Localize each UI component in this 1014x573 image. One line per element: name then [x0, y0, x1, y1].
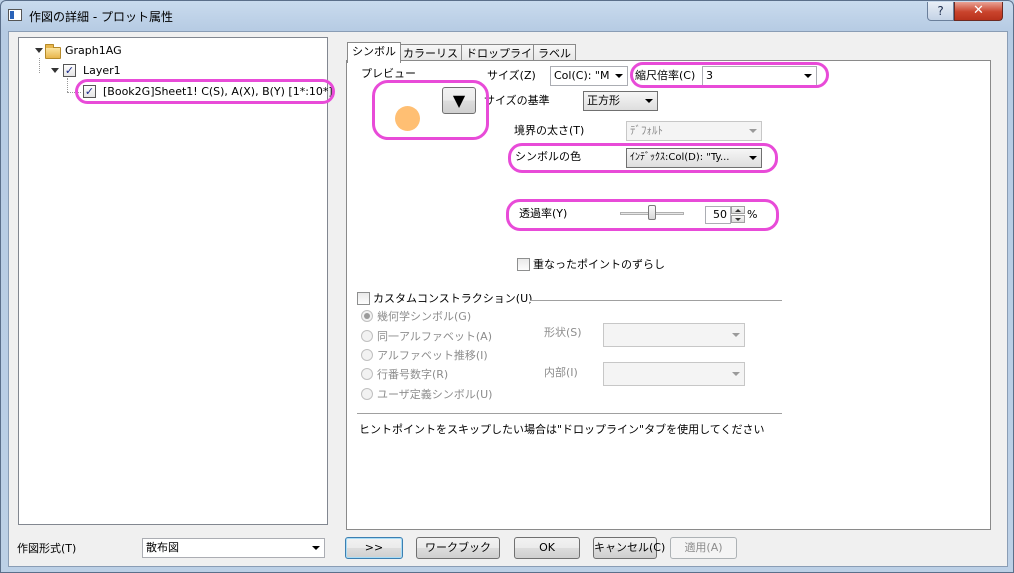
tree-line	[67, 78, 68, 92]
radio-user-defined-label: ユーザ定義シンボル(U)	[377, 388, 493, 401]
shape-label: 形状(S)	[544, 326, 582, 339]
spin-down-button[interactable]	[731, 215, 745, 223]
offset-overlap-label: 重なったポイントのずらし	[533, 258, 665, 271]
divider	[357, 413, 782, 415]
radio-letter-increment-label: アルファベット推移(I)	[377, 349, 488, 362]
size-value: Col(C): "M	[554, 69, 610, 82]
chevron-down-icon	[804, 74, 812, 78]
ok-button[interactable]: OK	[514, 537, 580, 559]
radio-same-letter-label: 同一アルファベット(A)	[377, 330, 492, 343]
plot-type-label: 作図形式(T)	[17, 542, 77, 555]
shape-dropdown[interactable]	[603, 323, 745, 347]
plot-tree-view[interactable]: Graph1AG ✓ Layer1 ✓ [Book2G]Sheet1! C(S)…	[18, 37, 333, 525]
tree-line	[67, 92, 81, 93]
edge-width-value: ﾃﾞﾌｫﾙﾄ	[630, 124, 663, 137]
chevron-down-icon	[732, 372, 740, 376]
custom-construction-checkbox[interactable]	[357, 292, 370, 305]
chevron-down-icon	[732, 333, 740, 337]
scale-factor-label: 縮尺倍率(C)	[635, 69, 696, 82]
tab-symbol[interactable]: シンボル	[347, 42, 401, 63]
interior-dropdown[interactable]	[603, 362, 745, 386]
size-label: サイズ(Z)	[487, 69, 536, 82]
chevron-down-icon	[749, 156, 757, 160]
chevron-down-icon	[749, 129, 757, 133]
tree-item-plot[interactable]: [Book2G]Sheet1! C(S), A(X), B(Y) [1*:10*…	[103, 84, 333, 100]
apply-button[interactable]: 適用(A)	[670, 537, 737, 559]
size-dropdown[interactable]: Col(C): "M	[550, 66, 628, 86]
tree-expander-layer-icon[interactable]	[51, 68, 59, 73]
radio-same-letter[interactable]	[361, 330, 373, 342]
scale-factor-combo[interactable]: 3	[702, 66, 817, 86]
radio-user-defined[interactable]	[361, 388, 373, 400]
chevron-down-icon	[645, 99, 653, 103]
cancel-button[interactable]: キャンセル(C)	[593, 537, 665, 559]
transparency-slider-thumb[interactable]	[648, 205, 656, 220]
radio-geometric-label: 幾何学シンボル(G)	[377, 310, 472, 323]
size-basis-label: サイズの基準	[484, 94, 550, 107]
symbol-preview-dot	[395, 106, 420, 131]
spin-up-button[interactable]	[731, 206, 745, 214]
preview-label: プレビュー	[361, 67, 416, 80]
hint-text: ヒントポイントをスキップしたい場合は"ドロップライン"タブを使用してください	[359, 423, 765, 436]
custom-construction-label: カスタムコンストラクション(U)	[373, 292, 533, 305]
window-app-icon	[8, 9, 22, 21]
tree-line	[39, 58, 40, 73]
tree-item-layer[interactable]: Layer1	[83, 63, 121, 79]
workbook-button[interactable]: ワークブック	[416, 537, 500, 559]
more-button[interactable]: >>	[345, 537, 403, 559]
window-title: 作図の詳細 - プロット属性	[29, 10, 173, 24]
symbol-color-label: シンボルの色	[515, 150, 581, 163]
transparency-label: 透過率(Y)	[519, 207, 568, 220]
dialog-client-area: Graph1AG ✓ Layer1 ✓ [Book2G]Sheet1! C(S)…	[8, 31, 1008, 567]
edge-width-label: 境界の太さ(T)	[514, 124, 585, 137]
dialog-window: 作図の詳細 - プロット属性 ? ✕ Graph1AG ✓ Layer1 ✓ […	[0, 0, 1014, 573]
tree-expander-root-icon[interactable]	[35, 48, 43, 53]
transparency-input[interactable]: 50	[705, 206, 731, 224]
folder-icon	[45, 44, 61, 59]
radio-row-number-label: 行番号数字(R)	[377, 368, 449, 381]
divider	[530, 300, 782, 302]
plot-type-value: 散布図	[146, 541, 179, 554]
layer-checkbox[interactable]: ✓	[63, 64, 76, 77]
size-basis-value: 正方形	[587, 94, 620, 107]
close-button[interactable]: ✕	[954, 2, 1003, 21]
size-basis-dropdown[interactable]: 正方形	[583, 91, 658, 111]
tree-item-graph[interactable]: Graph1AG	[65, 43, 122, 59]
chevron-down-icon	[312, 546, 320, 550]
radio-row-number[interactable]	[361, 368, 373, 380]
edge-width-dropdown[interactable]: ﾃﾞﾌｫﾙﾄ	[626, 121, 762, 141]
title-bar: 作図の詳細 - プロット属性 ? ✕	[1, 1, 1013, 31]
chevron-down-icon	[615, 74, 623, 78]
plot-checkbox[interactable]: ✓	[83, 85, 96, 98]
tab-page-symbol: プレビュー ▼ サイズ(Z) Col(C): "M 縮尺倍率(C) 3 サイズの…	[346, 60, 991, 530]
help-button[interactable]: ?	[927, 2, 954, 21]
plot-type-dropdown[interactable]: 散布図	[142, 538, 325, 558]
offset-overlap-checkbox[interactable]	[517, 258, 530, 271]
percent-label: %	[747, 208, 758, 221]
radio-letter-increment[interactable]	[361, 349, 373, 361]
scale-factor-value: 3	[706, 69, 713, 82]
radio-geometric[interactable]	[361, 310, 373, 322]
symbol-gallery-button[interactable]: ▼	[442, 87, 476, 114]
symbol-color-value: ｲﾝﾃﾞｯｸｽ:Col(D): "Ty...	[630, 152, 730, 163]
interior-label: 内部(I)	[544, 366, 578, 379]
symbol-color-dropdown[interactable]: ｲﾝﾃﾞｯｸｽ:Col(D): "Ty...	[626, 148, 762, 168]
